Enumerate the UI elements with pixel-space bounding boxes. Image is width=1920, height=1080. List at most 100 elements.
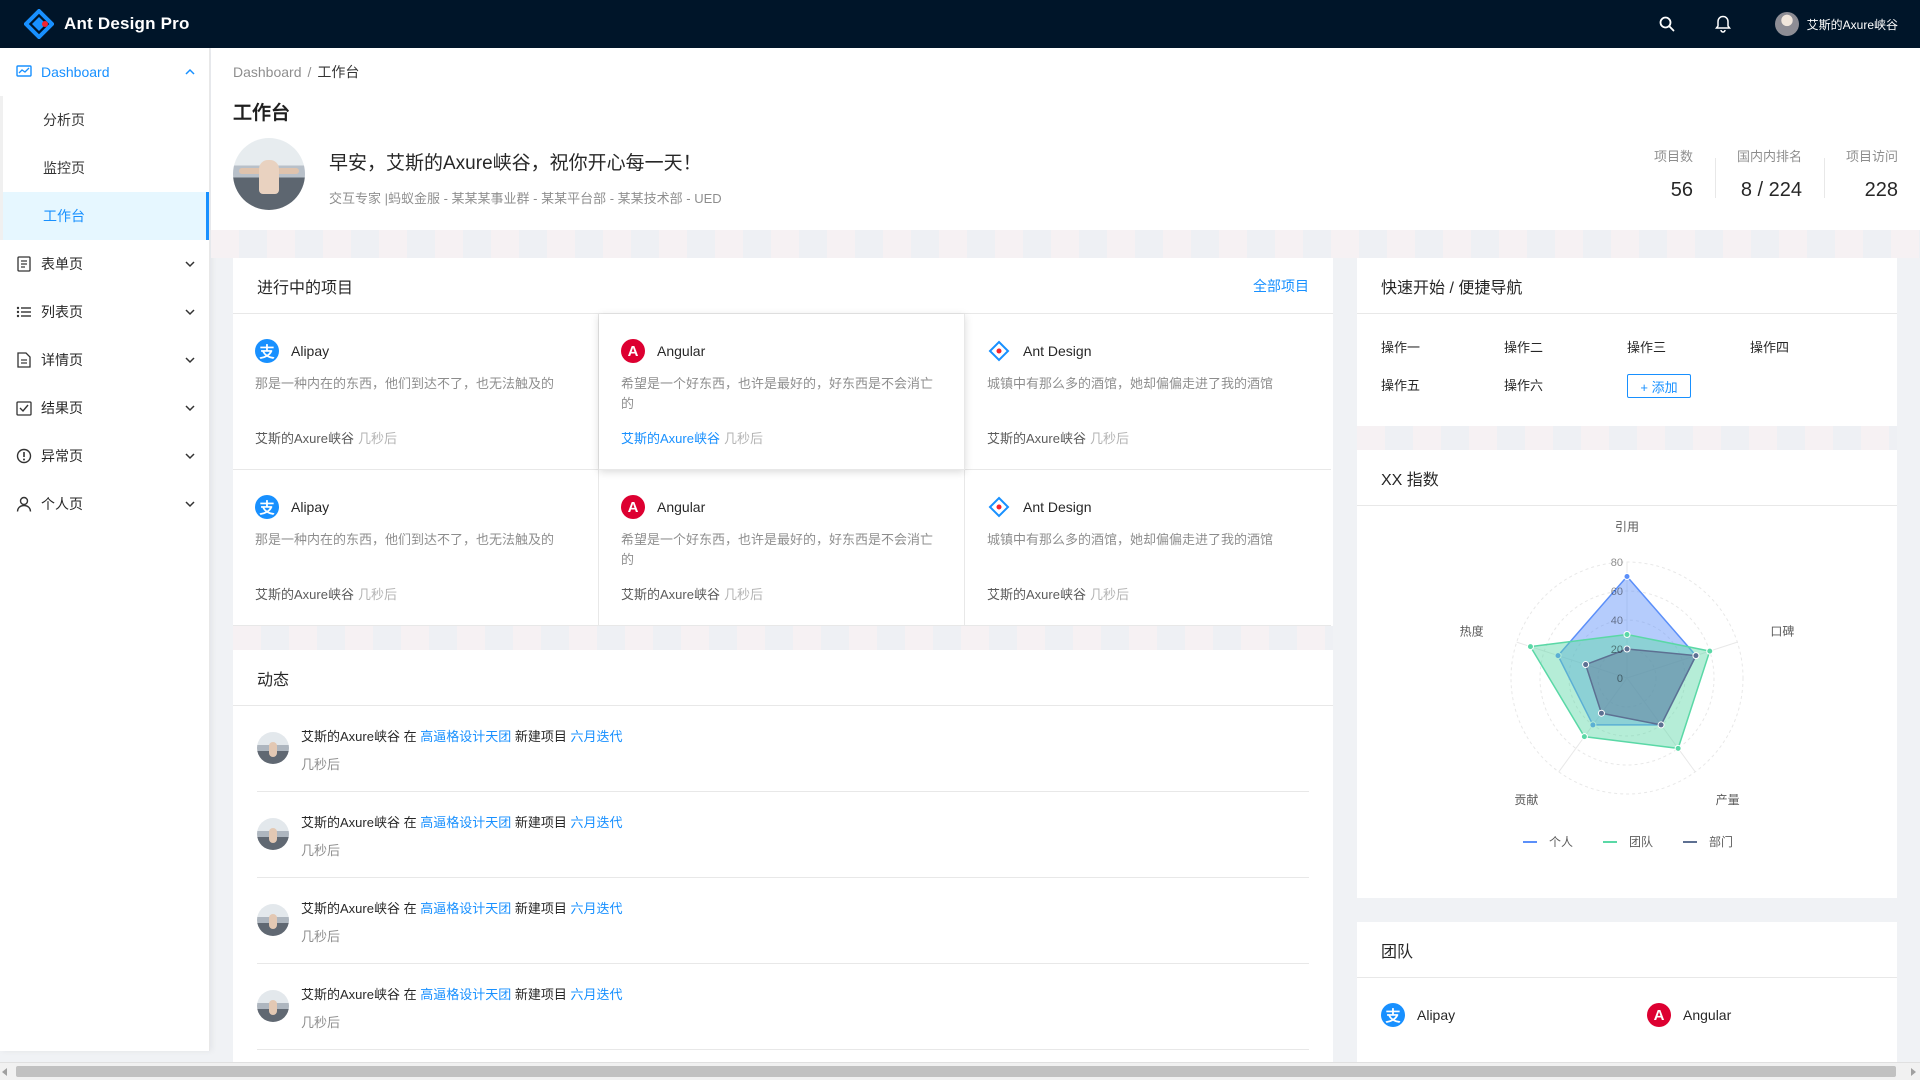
angular-logo-icon: A — [621, 495, 645, 519]
project-card[interactable]: 支 Alipay 那是一种内在的东西，他们到达不了，也无法触及的 艾斯的Axur… — [233, 470, 599, 626]
project-time: 几秒后 — [723, 431, 763, 446]
activity-project-link[interactable]: 六月迭代 — [571, 987, 623, 1002]
horizontal-scrollbar[interactable] — [0, 1062, 1920, 1080]
sidebar-item-dashboard[interactable]: Dashboard — [0, 48, 209, 96]
team-item[interactable]: A Angular — [1647, 1002, 1847, 1028]
activity-group-link[interactable]: 高逼格设计天团 — [420, 901, 511, 916]
scroll-left-icon[interactable] — [2, 1068, 7, 1076]
quick-link[interactable]: 操作六 — [1504, 374, 1627, 398]
sidebar-item-workplace[interactable]: 工作台 — [3, 192, 209, 240]
scroll-right-icon[interactable] — [1911, 1068, 1916, 1076]
activity-user: 艾斯的Axure峡谷 — [301, 987, 400, 1002]
activity-time: 几秒后 — [301, 929, 341, 944]
project-owner[interactable]: 艾斯的Axure峡谷 — [987, 431, 1086, 446]
add-link-button[interactable]: + 添加 — [1627, 374, 1691, 398]
stat-visits: 项目访问 228 — [1823, 146, 1920, 202]
sidebar-item-account[interactable]: 个人页 — [0, 480, 209, 528]
greeting-text: 早安，艾斯的Axure峡谷，祝你开心每一天！ — [329, 153, 702, 174]
sidebar-item-analysis[interactable]: 分析页 — [3, 96, 209, 144]
activity-project-link[interactable]: 六月迭代 — [571, 729, 623, 744]
radar-tick-label: 20 — [1611, 644, 1623, 656]
project-desc: 城镇中有那么多的酒馆，她却偏偏走进了我的酒馆 — [987, 532, 1274, 547]
activity-action: 新建项目 — [514, 987, 567, 1002]
activity-at: 在 — [403, 815, 417, 830]
project-name: Ant Design — [1023, 499, 1092, 515]
page-title: 工作台 — [233, 103, 291, 124]
sidebar-item-result[interactable]: 结果页 — [0, 384, 209, 432]
chevron-down-icon — [185, 451, 195, 461]
project-card[interactable]: Ant Design 城镇中有那么多的酒馆，她却偏偏走进了我的酒馆 艾斯的Axu… — [965, 314, 1331, 470]
quick-link[interactable]: 操作二 — [1504, 336, 1627, 360]
avatar — [257, 990, 289, 1022]
breadcrumb-item-dashboard[interactable]: Dashboard — [233, 64, 302, 80]
sidebar-item-list[interactable]: 列表页 — [0, 288, 209, 336]
all-projects-link[interactable]: 全部项目 — [1253, 276, 1309, 296]
ant-design-logo-icon — [987, 495, 1011, 519]
sidebar-item-profile[interactable]: 详情页 — [0, 336, 209, 384]
activity-group-link[interactable]: 高逼格设计天团 — [420, 987, 511, 1002]
quick-link[interactable]: 操作三 — [1627, 336, 1750, 360]
scrollbar-thumb[interactable] — [16, 1066, 1896, 1077]
alipay-logo-icon: 支 — [255, 339, 279, 363]
project-card[interactable]: 支 Alipay 那是一种内在的东西，他们到达不了，也无法触及的 艾斯的Axur… — [233, 314, 599, 470]
radar-point — [1692, 652, 1700, 660]
activity-time: 几秒后 — [301, 1015, 341, 1030]
warning-icon — [16, 448, 32, 464]
project-owner[interactable]: 艾斯的Axure峡谷 — [987, 587, 1086, 602]
radar-point — [1623, 645, 1631, 653]
team-name: Angular — [1683, 1007, 1732, 1023]
project-name: Alipay — [291, 499, 330, 515]
search-icon[interactable] — [1657, 14, 1677, 34]
project-grid: 支 Alipay 那是一种内在的东西，他们到达不了，也无法触及的 艾斯的Axur… — [233, 314, 1333, 626]
sidebar: Dashboard 分析页 监控页 工作台 表单页 列表页 详情页 结果页 异常… — [0, 48, 210, 1051]
radar-point — [1623, 631, 1631, 638]
avatar — [233, 138, 305, 210]
sidebar-item-label: 个人页 — [41, 496, 83, 512]
activity-group-link[interactable]: 高逼格设计天团 — [420, 729, 511, 744]
team-item[interactable]: 支 Alipay — [1381, 1002, 1647, 1028]
radar-point — [1526, 643, 1534, 651]
project-card[interactable]: Ant Design 城镇中有那么多的酒馆，她却偏偏走进了我的酒馆 艾斯的Axu… — [965, 470, 1331, 626]
list-icon — [16, 304, 32, 320]
background-band — [1357, 426, 1897, 450]
project-card[interactable]: A Angular 希望是一个好东西，也许是最好的，好东西是不会消亡的 艾斯的A… — [599, 314, 965, 470]
activity-action: 新建项目 — [514, 901, 567, 916]
stat-label: 项目访问 — [1845, 149, 1898, 164]
sidebar-item-form[interactable]: 表单页 — [0, 240, 209, 288]
app-title: Ant Design Pro — [64, 14, 190, 33]
activity-group-link[interactable]: 高逼格设计天团 — [420, 815, 511, 830]
activity-project-link[interactable]: 六月迭代 — [571, 815, 623, 830]
project-owner[interactable]: 艾斯的Axure峡谷 — [255, 587, 354, 602]
activity-at: 在 — [403, 901, 417, 916]
sidebar-item-label: 结果页 — [41, 400, 83, 416]
app-logo[interactable]: Ant Design Pro — [23, 0, 190, 48]
angular-logo-icon: A — [1647, 1003, 1671, 1027]
project-time: 几秒后 — [723, 587, 763, 602]
quick-link[interactable]: 操作四 — [1750, 336, 1873, 360]
angular-logo-icon: A — [621, 339, 645, 363]
card-title: 动态 — [257, 671, 290, 689]
activity-user: 艾斯的Axure峡谷 — [301, 901, 400, 916]
project-owner[interactable]: 艾斯的Axure峡谷 — [255, 431, 354, 446]
alipay-logo-icon: 支 — [1381, 1003, 1405, 1027]
radar-point — [1674, 744, 1682, 752]
quick-link[interactable]: 操作五 — [1381, 374, 1504, 398]
project-owner[interactable]: 艾斯的Axure峡谷 — [621, 431, 720, 446]
quick-link[interactable]: 操作一 — [1381, 336, 1504, 360]
radar-point — [1597, 709, 1605, 717]
project-name: Ant Design — [1023, 343, 1092, 359]
activity-time: 几秒后 — [301, 757, 341, 772]
project-time: 几秒后 — [357, 431, 397, 446]
activity-project-link[interactable]: 六月迭代 — [571, 901, 623, 916]
sidebar-item-monitor[interactable]: 监控页 — [3, 144, 209, 192]
project-desc: 城镇中有那么多的酒馆，她却偏偏走进了我的酒馆 — [987, 376, 1274, 391]
stat-project-count: 项目数 56 — [1632, 146, 1715, 202]
page-header: Dashboard / 工作台 工作台 早安，艾斯的Axure峡谷，祝你开心每一天！… — [211, 48, 1920, 230]
sidebar-item-exception[interactable]: 异常页 — [0, 432, 209, 480]
project-owner[interactable]: 艾斯的Axure峡谷 — [621, 587, 720, 602]
user-menu[interactable]: 艾斯的Axure峡谷 — [1774, 12, 1898, 36]
activity-at: 在 — [403, 987, 417, 1002]
bell-icon[interactable] — [1713, 14, 1733, 34]
radar-category-label: 产量 — [1716, 793, 1740, 807]
project-card[interactable]: A Angular 希望是一个好东西，也许是最好的，好东西是不会消亡的 艾斯的A… — [599, 470, 965, 626]
